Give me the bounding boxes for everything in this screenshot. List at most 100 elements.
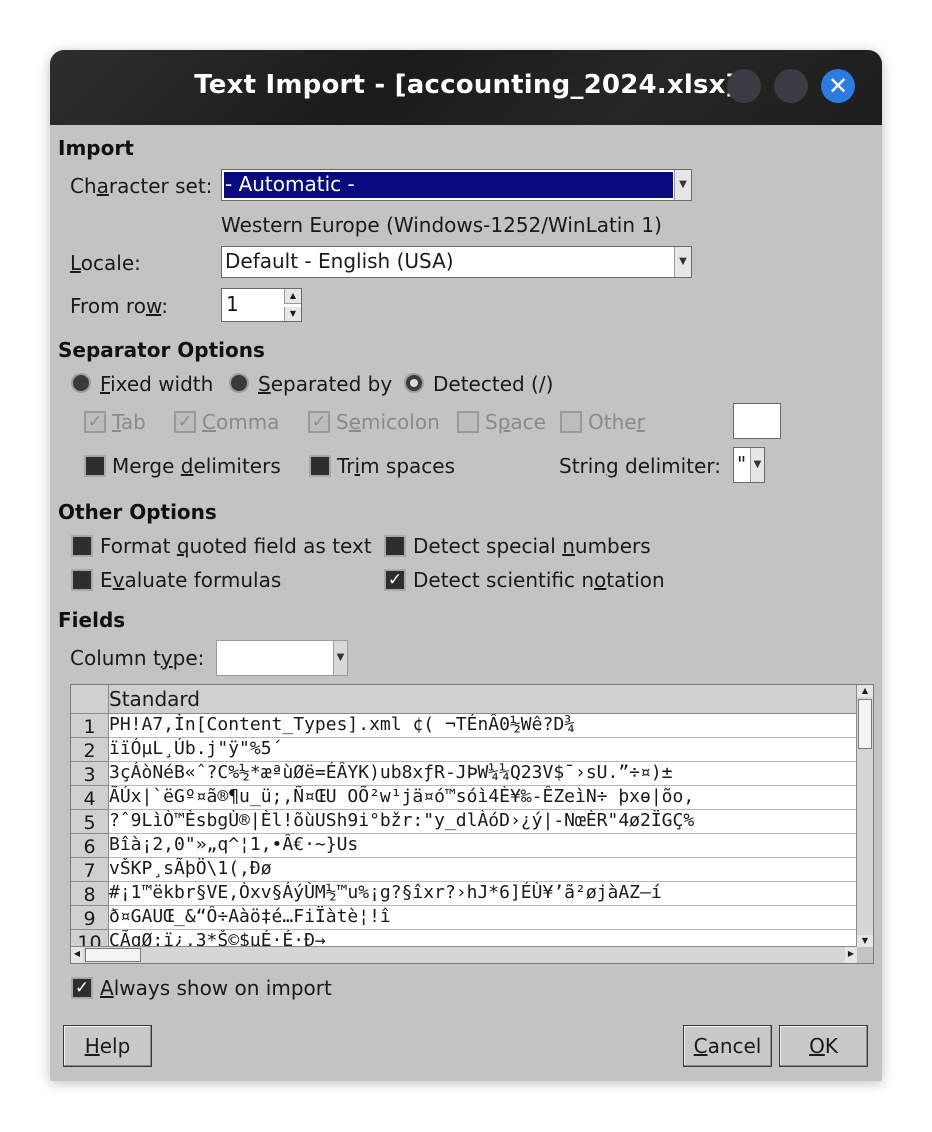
scroll-left-icon[interactable]: ◀ bbox=[71, 947, 83, 963]
trim-spaces-checkbox[interactable] bbox=[309, 455, 331, 477]
detect-special-numbers-label[interactable]: Detect special numbers bbox=[413, 534, 651, 558]
chevron-down-icon[interactable]: ▼ bbox=[674, 170, 691, 200]
always-show-checkbox[interactable]: ✓ bbox=[71, 977, 93, 999]
column-type-label: Column type: bbox=[70, 646, 205, 670]
detected-radio[interactable] bbox=[404, 373, 424, 393]
grid-corner bbox=[71, 685, 109, 714]
format-quoted-checkbox[interactable] bbox=[71, 535, 93, 557]
locale-select[interactable]: Default - English (USA) ▼ bbox=[221, 246, 692, 278]
table-row: ÃÚx|`ëGº¤ã®¶u_ü;,Ñ¤ŒU OÕ²w¹jä¤ó™sóì4È¥‰-… bbox=[109, 786, 857, 810]
character-set-value: - Automatic - bbox=[224, 172, 673, 198]
fixed-width-label[interactable]: Fixed width bbox=[100, 372, 213, 396]
chevron-down-icon[interactable]: ▼ bbox=[333, 641, 347, 675]
from-row-spinner[interactable]: 1 ▲ ▼ bbox=[221, 288, 302, 322]
checkmark-icon: ✓ bbox=[387, 570, 403, 590]
row-number[interactable]: 9 bbox=[71, 906, 109, 930]
checkmark-icon: ✓ bbox=[74, 978, 90, 998]
character-set-select[interactable]: - Automatic - ▼ bbox=[221, 169, 692, 201]
chevron-down-icon[interactable]: ▼ bbox=[750, 448, 764, 482]
space-label: Space bbox=[485, 410, 546, 434]
detected-charset-text: Western Europe (Windows-1252/WinLatin 1) bbox=[221, 213, 662, 237]
vertical-scroll-thumb[interactable] bbox=[858, 699, 872, 749]
other-label: Other bbox=[588, 410, 645, 434]
scroll-right-icon[interactable]: ▶ bbox=[845, 947, 857, 963]
format-quoted-label[interactable]: Format quoted field as text bbox=[100, 534, 372, 558]
fixed-width-radio[interactable] bbox=[71, 373, 91, 393]
vertical-scrollbar[interactable]: ▲ ▼ bbox=[856, 685, 873, 947]
close-icon: ✕ bbox=[827, 72, 849, 100]
preview-grid[interactable]: Standard 1 PH!A7,İn[Content_Types].xml ¢(… bbox=[70, 684, 874, 964]
other-options-heading: Other Options bbox=[58, 500, 217, 524]
close-button[interactable]: ✕ bbox=[821, 69, 855, 103]
horizontal-scroll-thumb[interactable] bbox=[85, 948, 141, 962]
checkmark-icon: ✓ bbox=[87, 412, 103, 432]
detect-scientific-label[interactable]: Detect scientific notation bbox=[413, 568, 665, 592]
checkmark-icon: ✓ bbox=[311, 412, 327, 432]
scroll-up-icon[interactable]: ▲ bbox=[857, 685, 873, 697]
row-number[interactable]: 2 bbox=[71, 738, 109, 762]
fields-heading: Fields bbox=[58, 608, 126, 632]
ok-button[interactable]: OK bbox=[779, 1025, 868, 1067]
comma-checkbox[interactable]: ✓ bbox=[174, 411, 196, 433]
semicolon-checkbox[interactable]: ✓ bbox=[308, 411, 330, 433]
spin-down-icon[interactable]: ▼ bbox=[284, 307, 301, 321]
space-checkbox[interactable] bbox=[457, 411, 479, 433]
separated-by-label[interactable]: Separated by bbox=[258, 372, 392, 396]
row-number[interactable]: 7 bbox=[71, 858, 109, 882]
locale-label: Locale: bbox=[70, 251, 141, 275]
separator-options-heading: Separator Options bbox=[58, 338, 265, 362]
row-number[interactable]: 3 bbox=[71, 762, 109, 786]
maximize-button[interactable] bbox=[774, 69, 808, 103]
row-number[interactable]: 1 bbox=[71, 714, 109, 738]
other-checkbox[interactable] bbox=[560, 411, 582, 433]
comma-label: Comma bbox=[202, 410, 280, 434]
always-show-label[interactable]: Always show on import bbox=[100, 976, 332, 1000]
tab-label: Tab bbox=[112, 410, 146, 434]
tab-checkbox[interactable]: ✓ bbox=[84, 411, 106, 433]
checkmark-icon: ✓ bbox=[177, 412, 193, 432]
detect-special-numbers-checkbox[interactable] bbox=[384, 535, 406, 557]
spin-up-icon[interactable]: ▲ bbox=[284, 289, 301, 304]
string-delimiter-select[interactable]: " ▼ bbox=[733, 447, 765, 483]
column-header[interactable]: Standard bbox=[109, 685, 857, 714]
import-heading: Import bbox=[58, 136, 134, 160]
table-row: #¡1™ëkbr§VE,Òxv§ÁýÙM½™u%¡g?§îxr?›hJ*6]ÉÙ… bbox=[109, 882, 857, 906]
table-row: ?ˆ9LìÒ™ÈsbgÙ®|Èl!õùUSh9i°bžr:"y_dlÀóD›¿ý… bbox=[109, 810, 857, 834]
separated-by-radio[interactable] bbox=[229, 373, 249, 393]
table-row: ð¤GAUŒ_&“Ô÷Aàö‡é…FiÏàtè¦!î bbox=[109, 906, 857, 930]
table-row: Bîà¡2,0"»„q^¦1,•Â€·~}Us bbox=[109, 834, 857, 858]
from-row-label: From row: bbox=[70, 294, 168, 318]
cancel-button[interactable]: Cancel bbox=[683, 1025, 772, 1067]
from-row-value[interactable]: 1 bbox=[226, 292, 239, 316]
row-number[interactable]: 6 bbox=[71, 834, 109, 858]
chevron-down-icon[interactable]: ▼ bbox=[674, 247, 691, 277]
scroll-down-icon[interactable]: ▼ bbox=[857, 935, 873, 947]
character-set-label: Character set: bbox=[70, 174, 213, 198]
detect-scientific-checkbox[interactable]: ✓ bbox=[384, 569, 406, 591]
table-row: ïïÓµL¸Úb.j"ÿ"%5´ bbox=[109, 738, 857, 762]
text-import-dialog: Text Import - [accounting_2024.xlsx] ✕ I… bbox=[50, 50, 882, 1081]
other-separator-input[interactable] bbox=[733, 403, 781, 439]
semicolon-label: Semicolon bbox=[336, 410, 440, 434]
row-number[interactable]: 4 bbox=[71, 786, 109, 810]
string-delimiter-label: String delimiter: bbox=[559, 454, 721, 478]
trim-spaces-label[interactable]: Trim spaces bbox=[337, 454, 455, 478]
detected-label[interactable]: Detected (/) bbox=[433, 372, 553, 396]
scroll-corner bbox=[857, 947, 873, 963]
table-row: 3çÁòNéB«ˆ?C%½*æªùØë=ÉÂYK)ub8xƒR-JÞW¼¼Q23… bbox=[109, 762, 857, 786]
merge-delimiters-label[interactable]: Merge delimiters bbox=[112, 454, 281, 478]
locale-value: Default - English (USA) bbox=[225, 249, 454, 273]
help-button[interactable]: Help bbox=[63, 1025, 152, 1067]
minimize-button[interactable] bbox=[727, 69, 761, 103]
title-bar[interactable]: Text Import - [accounting_2024.xlsx] ✕ bbox=[50, 50, 882, 125]
merge-delimiters-checkbox[interactable] bbox=[84, 455, 106, 477]
row-number[interactable]: 8 bbox=[71, 882, 109, 906]
evaluate-formulas-label[interactable]: Evaluate formulas bbox=[100, 568, 281, 592]
horizontal-scrollbar[interactable]: ◀ ▶ bbox=[71, 946, 857, 963]
table-row: PH!A7,İn[Content_Types].xml ¢( ¬TÉnÂ0½Wê… bbox=[109, 714, 857, 738]
string-delimiter-value: " bbox=[737, 452, 747, 476]
row-number[interactable]: 5 bbox=[71, 810, 109, 834]
evaluate-formulas-checkbox[interactable] bbox=[71, 569, 93, 591]
column-type-select[interactable]: ▼ bbox=[216, 640, 348, 676]
table-row: vŠKP¸sÃþÖ\1(,Ðø bbox=[109, 858, 857, 882]
